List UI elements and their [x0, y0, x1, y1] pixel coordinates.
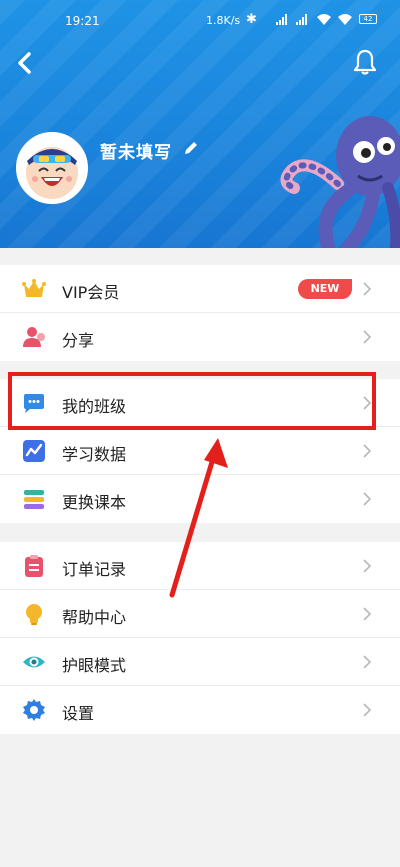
wifi-icon	[338, 14, 352, 25]
new-badge: NEW	[298, 279, 352, 299]
clipboard-icon	[25, 555, 43, 577]
chevron-right-icon	[363, 607, 372, 621]
menu-item-label: VIP会员	[62, 283, 120, 302]
chevron-right-icon	[363, 282, 372, 296]
menu-item-label: 护眼模式	[62, 656, 127, 675]
highlight-box	[8, 372, 376, 430]
menu-item-label: 分享	[62, 331, 95, 350]
crown-icon	[22, 279, 46, 297]
menu-item-label: 更换课本	[62, 493, 127, 512]
menu-item-label: 学习数据	[62, 445, 127, 464]
signal-icon	[296, 14, 310, 25]
menu-group-1: VIP会员 NEW 分享	[0, 265, 400, 361]
chevron-right-icon	[363, 444, 372, 458]
menu-item-settings[interactable]: 设置	[0, 686, 400, 734]
signal-icon	[276, 14, 290, 25]
books-icon	[24, 490, 44, 509]
chevron-right-icon	[363, 703, 372, 717]
status-time: 19:21	[65, 14, 100, 28]
status-bar: 19:21 1.8K/s ✱ 42	[0, 0, 400, 36]
edit-pencil-icon[interactable]	[182, 139, 200, 157]
back-button[interactable]	[12, 50, 38, 76]
menu-item-label: 订单记录	[62, 560, 127, 579]
nickname-text[interactable]: 暂未填写	[100, 138, 172, 163]
network-speed: 1.8K/s	[206, 14, 241, 27]
menu-item-share[interactable]: 分享	[0, 313, 400, 361]
chevron-right-icon	[363, 655, 372, 669]
chevron-right-icon	[363, 492, 372, 506]
avatar[interactable]	[16, 132, 88, 204]
annotation-arrow	[169, 438, 228, 598]
gear-icon	[23, 699, 45, 721]
bluetooth-icon: ✱	[246, 12, 257, 27]
share-user-icon	[23, 327, 45, 347]
chart-icon	[23, 440, 45, 462]
chevron-right-icon	[363, 330, 372, 344]
menu-item-vip[interactable]: VIP会员 NEW	[0, 265, 400, 313]
battery-icon: 42	[359, 14, 377, 24]
lightbulb-icon	[26, 604, 42, 625]
octopus-mascot	[280, 116, 400, 248]
menu-item-eye-care-mode[interactable]: 护眼模式	[0, 638, 400, 686]
menu-item-label: 帮助中心	[62, 608, 127, 627]
profile-header: 19:21 1.8K/s ✱ 42 暂未填写	[0, 0, 400, 248]
chevron-right-icon	[363, 559, 372, 573]
menu-item-label: 设置	[62, 704, 95, 723]
bell-icon[interactable]	[352, 48, 378, 76]
wifi-icon	[317, 14, 331, 25]
eye-icon	[23, 656, 45, 668]
